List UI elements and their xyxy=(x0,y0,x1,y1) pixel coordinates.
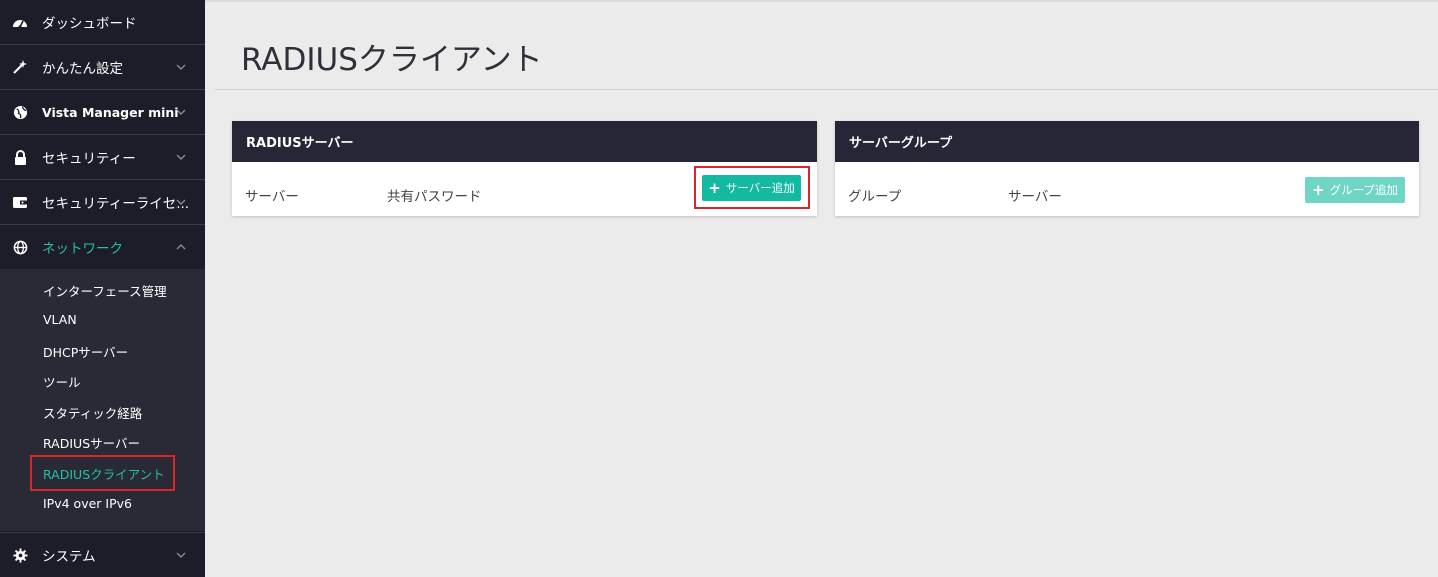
add-group-button[interactable]: + グループ追加 xyxy=(1305,177,1405,203)
sidebar-item-security[interactable]: セキュリティー xyxy=(0,135,205,180)
sidebar-item-label: ネットワーク xyxy=(42,241,123,257)
page-title: RADIUSクライアント xyxy=(241,42,543,78)
sidebar-item-network[interactable]: ネットワーク xyxy=(0,225,205,269)
chevron-up-icon xyxy=(176,244,186,250)
magic-wand-icon xyxy=(11,58,29,76)
sidebar-item-vista-manager[interactable]: Vista Manager mini xyxy=(0,90,205,135)
globe-icon xyxy=(11,103,29,121)
plus-icon: + xyxy=(1312,180,1325,199)
chevron-down-icon xyxy=(176,199,186,205)
chevron-down-icon xyxy=(176,64,186,70)
sidebar-item-label: かんたん設定 xyxy=(42,61,123,77)
submenu-item-dhcp-server[interactable]: DHCPサーバー xyxy=(43,342,128,361)
sidebar-item-label: セキュリティー xyxy=(42,151,136,167)
submenu-item-tools[interactable]: ツール xyxy=(43,372,81,391)
sidebar-item-label: Vista Manager mini xyxy=(42,104,179,120)
sidebar-item-label: システム xyxy=(42,549,96,565)
column-header-shared-password: 共有パスワード xyxy=(387,189,482,205)
submenu-item-vlan[interactable]: VLAN xyxy=(43,312,77,327)
sidebar-item-label: ダッシュボード xyxy=(42,16,137,32)
highlight-box-add-server xyxy=(694,166,810,209)
column-header-server: サーバー xyxy=(1008,189,1062,205)
gear-icon xyxy=(11,546,29,564)
sidebar-item-system[interactable]: システム xyxy=(0,532,205,577)
chevron-down-icon xyxy=(176,552,186,558)
submenu-item-ipv4-over-ipv6[interactable]: IPv4 over IPv6 xyxy=(43,496,132,511)
panel-header: RADIUSサーバー xyxy=(232,121,817,162)
sidebar: ダッシュボード かんたん設定 Vista Manager mini セキュリティ… xyxy=(0,0,205,577)
network-globe-icon xyxy=(11,238,29,256)
add-group-button-label: グループ追加 xyxy=(1329,183,1398,197)
submenu-item-radius-server[interactable]: RADIUSサーバー xyxy=(43,433,140,452)
chevron-down-icon xyxy=(176,154,186,160)
top-divider xyxy=(205,0,1438,2)
highlight-box-radius-client xyxy=(30,455,175,491)
lock-icon xyxy=(11,148,29,166)
wallet-icon xyxy=(11,193,29,211)
chevron-down-icon xyxy=(176,109,186,115)
panel-header: サーバーグループ xyxy=(835,121,1419,162)
server-group-panel: サーバーグループ グループ サーバー + グループ追加 xyxy=(835,121,1419,216)
sidebar-item-label: セキュリティーライセ... xyxy=(42,196,190,212)
submenu-item-interface[interactable]: インターフェース管理 xyxy=(43,281,167,300)
sidebar-item-dashboard[interactable]: ダッシュボード xyxy=(0,0,205,45)
column-header-group: グループ xyxy=(848,189,902,205)
sidebar-item-easy-setup[interactable]: かんたん設定 xyxy=(0,45,205,90)
dashboard-gauge-icon xyxy=(11,13,29,31)
sidebar-item-security-license[interactable]: セキュリティーライセ... xyxy=(0,180,205,225)
network-submenu: インターフェース管理 VLAN DHCPサーバー ツール スタティック経路 RA… xyxy=(0,269,205,531)
column-header-server: サーバー xyxy=(245,189,299,205)
title-divider xyxy=(215,89,1438,90)
submenu-item-static-route[interactable]: スタティック経路 xyxy=(43,403,142,422)
